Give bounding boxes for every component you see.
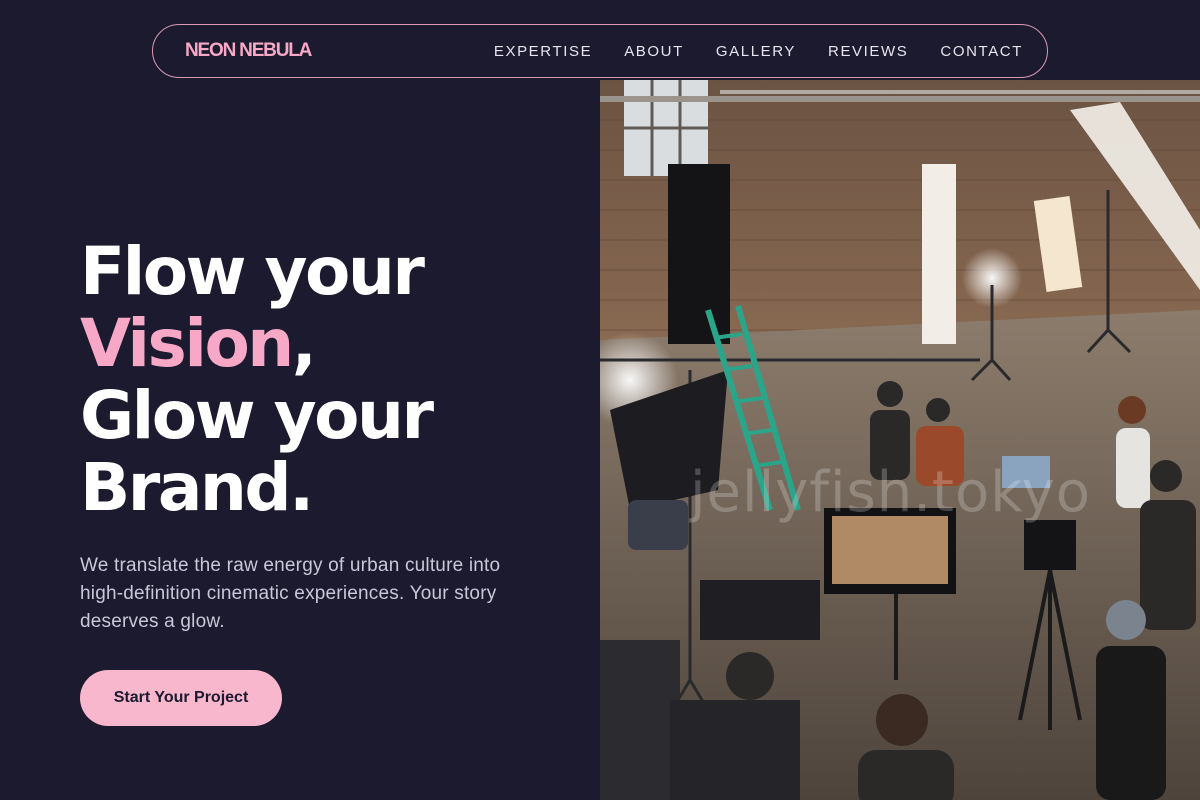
hero-subtitle: We translate the raw energy of urban cul… — [80, 555, 501, 632]
top-navbar: NEON NEBULA EXPERTISE ABOUT GALLERY REVI… — [152, 24, 1048, 78]
headline-line-4: Brand. — [80, 449, 314, 526]
hero-headline: Flow your Vision, Glow your Brand. — [80, 236, 580, 524]
hero-photo-film-set: jellyfish.tokyo — [600, 80, 1200, 800]
film-studio-illustration — [600, 80, 1200, 800]
headline-accent-word: Vision — [80, 305, 294, 382]
hero-section: Flow your Vision, Glow your Brand. We tr… — [80, 236, 580, 636]
headline-comma: , — [291, 305, 317, 382]
headline-line-3: Glow your — [80, 377, 434, 454]
start-project-button[interactable]: Start Your Project — [80, 670, 282, 726]
nav-link-gallery[interactable]: GALLERY — [716, 43, 796, 60]
nav-link-about[interactable]: ABOUT — [624, 43, 684, 60]
nav-link-expertise[interactable]: EXPERTISE — [494, 43, 592, 60]
nav-link-contact[interactable]: CONTACT — [940, 43, 1023, 60]
photo-watermark: jellyfish.tokyo — [690, 460, 1092, 525]
page: NEON NEBULA EXPERTISE ABOUT GALLERY REVI… — [0, 0, 1200, 800]
headline-line-1: Flow your — [80, 233, 425, 310]
nav-links: EXPERTISE ABOUT GALLERY REVIEWS CONTACT — [494, 43, 1023, 60]
nav-link-reviews[interactable]: REVIEWS — [828, 43, 908, 60]
brand-logo[interactable]: NEON NEBULA — [185, 40, 312, 62]
